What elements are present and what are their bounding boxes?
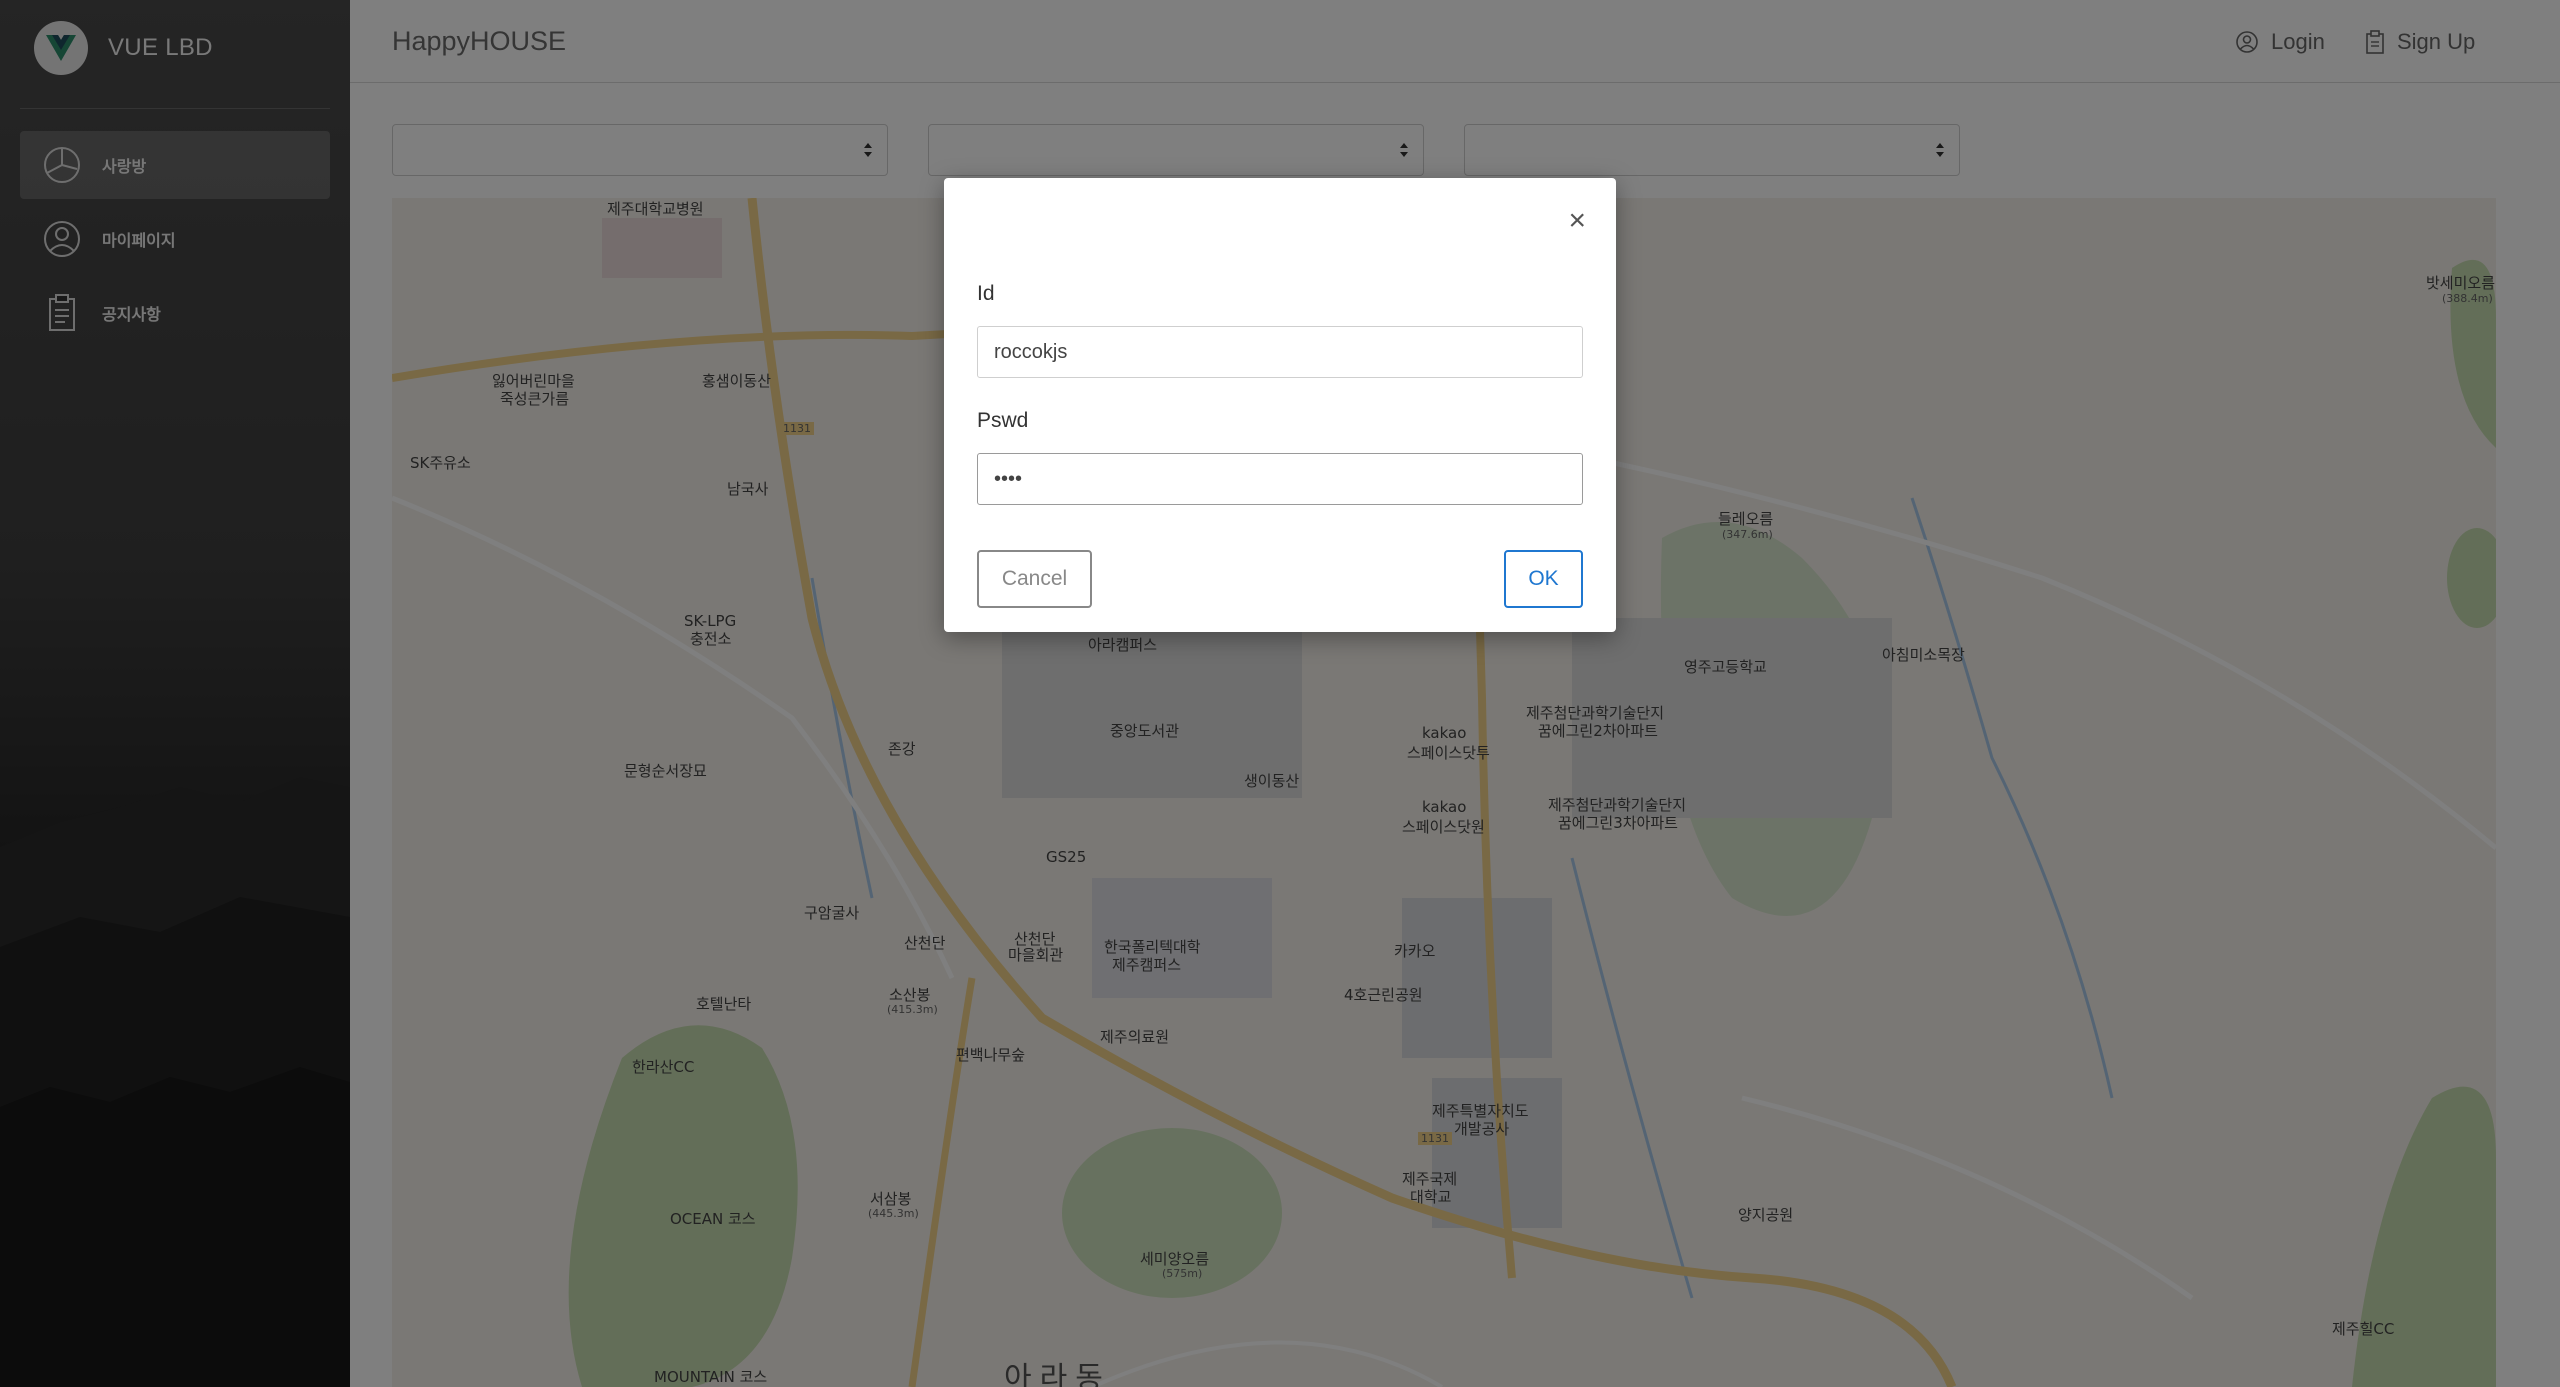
close-icon[interactable]: ×	[1568, 206, 1586, 236]
cancel-button[interactable]: Cancel	[977, 550, 1092, 608]
login-modal: × Id Pswd Cancel OK	[944, 178, 1616, 632]
id-label: Id	[977, 282, 995, 305]
id-field[interactable]	[977, 326, 1583, 378]
password-field[interactable]	[977, 453, 1583, 505]
pswd-label: Pswd	[977, 409, 1029, 432]
ok-button[interactable]: OK	[1504, 550, 1583, 608]
